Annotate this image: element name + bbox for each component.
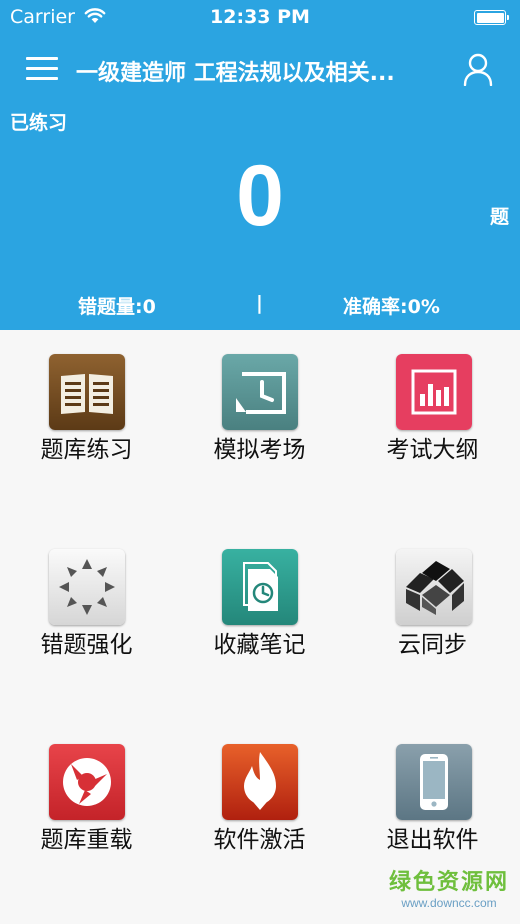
status-bar: Carrier 12:33 PM (0, 0, 520, 36)
tile-label: 考试大纲 (386, 437, 479, 463)
phone-icon (396, 744, 472, 820)
count-unit: 题 (490, 206, 510, 228)
tile-wrong-questions[interactable]: 错题强化 (0, 525, 173, 685)
menu-icon[interactable] (26, 53, 58, 83)
wrong-count: 错题量:0 (78, 296, 156, 318)
document-clock-icon (222, 549, 298, 625)
tile-cloud-sync[interactable]: 云同步 (346, 525, 519, 685)
tile-label: 错题强化 (40, 632, 133, 658)
tile-reload-bank[interactable]: 题库重载 (0, 720, 173, 880)
tile-activate-software[interactable]: 软件激活 (173, 720, 346, 880)
practiced-count: 0 (236, 148, 284, 244)
page-title: 一级建造师 工程法规以及相关... (76, 61, 395, 86)
summary-header: Carrier 12:33 PM 一级建造师 工程法规以及相关... 已练习 0… (0, 0, 520, 330)
menu-grid: 题库练习 模拟考场 考试大纲 错题强化 收藏笔记 云同步 题库重载 软件激活 退… (0, 330, 520, 924)
nav-bar: 一级建造师 工程法规以及相关... (0, 44, 520, 94)
tile-label: 题库重载 (40, 827, 133, 853)
cubes-icon (396, 549, 472, 625)
tile-label: 收藏笔记 (213, 632, 306, 658)
stats-row: 错题量:0 | 准确率:0% (0, 292, 520, 320)
watermark-url: www.downcc.com (401, 896, 497, 910)
clock-icon (222, 354, 298, 430)
tile-question-bank-practice[interactable]: 题库练习 (0, 330, 173, 490)
flame-icon (222, 744, 298, 820)
tile-label: 云同步 (398, 632, 467, 658)
tile-label: 题库练习 (40, 437, 133, 463)
stats-separator: | (256, 292, 263, 314)
battery-icon (474, 10, 509, 25)
sun-icon (49, 549, 125, 625)
book-icon (49, 354, 125, 430)
chart-icon (396, 354, 472, 430)
practiced-label: 已练习 (10, 112, 68, 134)
tile-exam-outline[interactable]: 考试大纲 (346, 330, 519, 490)
watermark-logo: 绿色资源网 www.downcc.com (386, 870, 512, 910)
tile-mock-exam[interactable]: 模拟考场 (173, 330, 346, 490)
accuracy-rate: 准确率:0% (343, 296, 440, 318)
watermark-text: 绿色资源网 (388, 870, 509, 895)
status-time: 12:33 PM (210, 6, 310, 28)
user-icon[interactable] (462, 52, 494, 86)
tile-exit-software[interactable]: 退出软件 (346, 720, 519, 880)
tile-label: 退出软件 (386, 827, 479, 853)
tile-label: 软件激活 (213, 827, 306, 853)
tile-favorites-notes[interactable]: 收藏笔记 (173, 525, 346, 685)
reload-icon (49, 744, 125, 820)
tile-label: 模拟考场 (213, 437, 306, 463)
